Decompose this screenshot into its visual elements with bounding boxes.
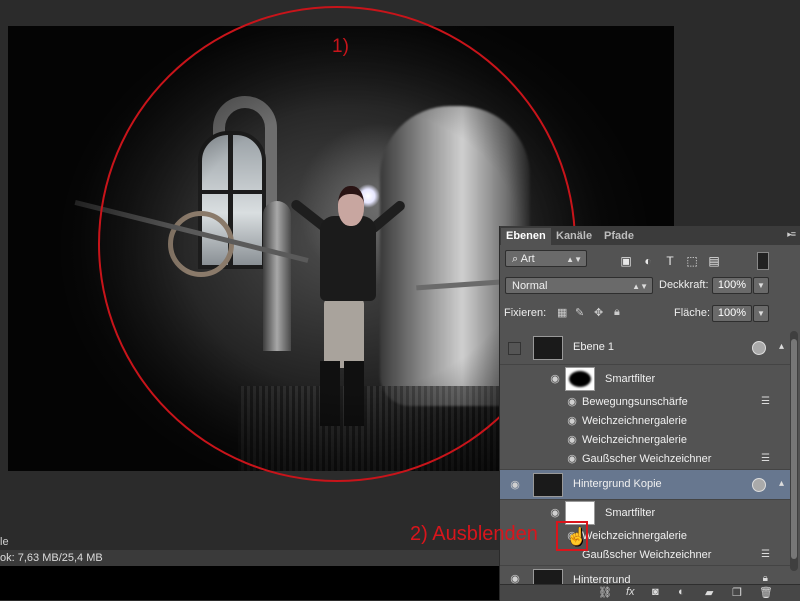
filter-name: Weichzeichnergalerie [582,415,687,427]
smartobject-filter-icon[interactable]: ▤ [707,254,721,268]
lock-all-icon[interactable]: 🔒︎ [614,306,620,319]
layer-thumbnail [533,473,563,497]
workspace-background [0,566,499,600]
eye-icon[interactable]: ◉ [548,508,562,519]
chevron-updown-icon: ▲▼ [632,282,648,291]
smartobject-badge-icon [752,478,766,492]
shape-filter-icon[interactable]: ⬚ [685,254,699,268]
layer-row-ebene-1[interactable]: Ebene 1 ▴ [500,331,790,365]
fx-icon[interactable]: fx [626,586,635,598]
filter-toggle-icon[interactable] [757,252,769,270]
adjustment-filter-icon[interactable]: ◐ [641,254,655,268]
tab-paths[interactable]: Pfade [599,228,639,245]
eye-icon[interactable]: ◉ [508,480,522,491]
lock-position-icon[interactable]: ✥ [594,306,603,319]
panel-menu-icon[interactable]: ▸≡ [787,229,796,240]
chevron-up-icon[interactable]: ▴ [779,341,784,352]
layers-scrollbar[interactable] [790,331,798,571]
chevron-up-icon[interactable]: ▴ [779,478,784,489]
mask-icon[interactable]: ◙ [652,586,659,598]
filter-name: Gaußscher Weichzeichner [582,453,712,465]
hand-cursor-icon: ☝ [566,527,588,546]
scrollbar-thumb[interactable] [791,339,797,559]
layer-filter-value: Art [520,253,535,265]
eye-icon[interactable]: ◉ [565,454,579,465]
filter-row[interactable]: ◉ Weichzeichnergalerie [500,412,790,431]
filter-row[interactable]: ◉ Bewegungsunschärfe ☰ [500,393,790,412]
layer-name[interactable]: Hintergrund Kopie [573,478,662,490]
filter-options-icon[interactable]: ☰ [761,549,770,560]
smartfilter-label: Smartfilter [605,373,656,385]
lock-pixels-icon[interactable]: ✎ [575,306,584,319]
annotation-label-1: 1) [332,36,349,57]
filter-row[interactable]: ◉ Weichzeichnergalerie [500,526,790,546]
filter-name: Gaußscher Weichzeichner [582,549,712,561]
filter-row[interactable]: ◉ Gaußscher Weichzeichner ☰ [500,450,790,470]
smartfilter-label: Smartfilter [605,507,656,519]
new-layer-icon[interactable]: ❐ [732,586,742,599]
layers-panel: Ebenen Kanäle Pfade ▸≡ ⌕ Art ▲▼ ▣ ◐ T ⬚ … [499,226,800,601]
document-size-info[interactable]: ok: 7,63 MB/25,4 MB [0,552,103,564]
fill-label: Fläche: [674,307,711,319]
opacity-input[interactable]: 100% [712,277,752,294]
status-fragment: le [0,536,9,548]
layer-name[interactable]: Ebene 1 [573,341,614,353]
adjustment-icon[interactable]: ◐ [678,586,685,598]
eye-icon[interactable]: ◉ [565,416,579,427]
fill-dropdown-icon[interactable]: ▼ [753,305,769,322]
opacity-label: Deckkraft: [659,279,709,291]
smartobject-badge-icon [752,341,766,355]
eye-icon[interactable]: ◉ [565,397,579,408]
eye-icon[interactable]: ◉ [565,435,579,446]
annotation-label-2: 2) Ausblenden [410,523,538,545]
opacity-dropdown-icon[interactable]: ▼ [753,277,769,294]
layer-thumbnail [533,336,563,360]
tab-layers[interactable]: Ebenen [501,228,551,245]
filter-name: Weichzeichnergalerie [582,434,687,446]
link-icon[interactable]: ⛓ [598,586,612,599]
image-filter-icon[interactable]: ▣ [619,254,633,268]
trash-icon[interactable]: 🗑︎ [759,586,773,599]
eye-icon[interactable]: ◉ [508,574,522,585]
lock-label: Fixieren: [504,307,547,319]
filter-row[interactable]: Gaußscher Weichzeichner ☰ [500,546,790,566]
lock-icon: 🔒︎ [762,573,768,584]
lock-transparency-icon[interactable]: ▦ [557,306,567,319]
layers-footer-toolbar: ⛓ fx ◙ ◐ ▰ ❐ 🗑︎ [500,584,800,601]
chevron-updown-icon: ▲▼ [566,255,582,264]
folder-icon[interactable]: ▰ [705,586,713,599]
layer-row-hintergrund-kopie[interactable]: ◉ Hintergrund Kopie ▴ [500,470,790,500]
filter-options-icon[interactable]: ☰ [761,453,770,464]
blend-mode-value: Normal [512,280,548,292]
blend-mode-select[interactable]: Normal ▲▼ [505,277,653,294]
smartfilter-row[interactable]: ◉ Smartfilter [500,500,790,526]
filter-name: Bewegungsunschärfe [582,396,688,408]
eye-icon[interactable]: ◉ [548,374,562,385]
filter-name: Weichzeichnergalerie [582,530,687,542]
search-icon: ⌕ [512,253,519,265]
status-bar: ok: 7,63 MB/25,4 MB [0,550,499,566]
fill-input[interactable]: 100% [712,305,752,322]
tab-channels[interactable]: Kanäle [551,228,597,245]
filter-row[interactable]: ◉ Weichzeichnergalerie [500,431,790,450]
visibility-toggle-empty[interactable] [508,342,521,355]
type-filter-icon[interactable]: T [663,254,677,268]
panel-tab-bar: Ebenen Kanäle Pfade ▸≡ [500,226,800,245]
filter-options-icon[interactable]: ☰ [761,396,770,407]
filter-mask-thumbnail[interactable] [565,367,595,391]
layer-filter-select[interactable]: ⌕ Art ▲▼ [505,250,587,267]
smartfilter-row[interactable]: ◉ Smartfilter [500,365,790,393]
